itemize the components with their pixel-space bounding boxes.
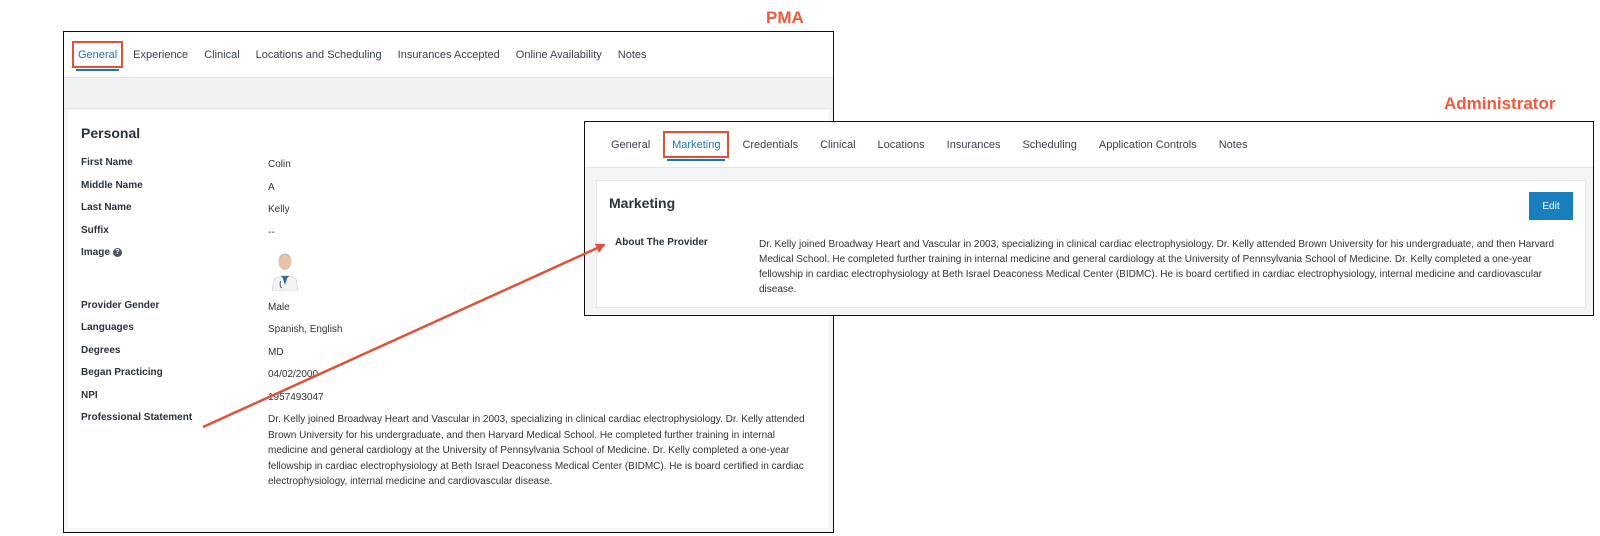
admin-tab-general[interactable]: General [600, 122, 661, 167]
pma-tab-notes[interactable]: Notes [610, 32, 655, 77]
admin-tab-application-controls[interactable]: Application Controls [1088, 122, 1208, 167]
admin-tab-notes[interactable]: Notes [1208, 122, 1259, 167]
provider-photo-image [268, 245, 302, 292]
field-value: Spanish, English [268, 324, 343, 335]
field-label: First Name [81, 157, 133, 168]
administrator-window: General Marketing Credentials Clinical L… [584, 121, 1594, 316]
pma-tab-insurances-accepted[interactable]: Insurances Accepted [390, 32, 508, 77]
pma-callout-label: PMA [766, 8, 804, 27]
admin-section-title: Marketing [609, 195, 676, 211]
field-label: Professional Statement [81, 412, 193, 423]
admin-tab-bar: General Marketing Credentials Clinical L… [585, 122, 1593, 168]
field-label: Image? [81, 247, 268, 300]
admin-tab-insurances[interactable]: Insurances [936, 122, 1012, 167]
field-label: Began Practicing [81, 367, 163, 378]
pma-tab-online-availability[interactable]: Online Availability [508, 32, 610, 77]
admin-tab-clinical[interactable]: Clinical [809, 122, 866, 167]
admin-tab-credentials[interactable]: Credentials [731, 122, 809, 167]
pma-tab-general[interactable]: General [70, 32, 125, 77]
field-value: MD [268, 346, 284, 358]
admin-tab-locations[interactable]: Locations [867, 122, 936, 167]
about-provider-label: About The Provider [615, 237, 708, 248]
admin-marketing-panel: Marketing Edit About The Provider Dr. Ke… [596, 180, 1586, 308]
field-value: Dr. Kelly joined Broadway Heart and Vasc… [268, 414, 805, 487]
field-row-began-practicing: Began Practicing 04/02/2000 [81, 367, 817, 390]
edit-button[interactable]: Edit [1529, 192, 1573, 220]
help-icon[interactable]: ? [112, 248, 122, 257]
field-label: Last Name [81, 202, 132, 213]
about-provider-text: Dr. Kelly joined Broadway Heart and Vasc… [759, 239, 1555, 295]
field-row-professional-statement: Professional Statement Dr. Kelly joined … [81, 412, 817, 490]
administrator-callout-label: Administrator [1444, 94, 1556, 113]
field-label: Languages [81, 322, 134, 333]
admin-tab-marketing[interactable]: Marketing [661, 122, 731, 167]
field-row-npi: NPI 1957493047 [81, 390, 817, 413]
field-label: NPI [81, 389, 98, 401]
admin-tab-scheduling[interactable]: Scheduling [1011, 122, 1087, 167]
field-label: Middle Name [81, 179, 143, 191]
pma-toolbar-strip [64, 78, 833, 109]
pma-tab-locations-scheduling[interactable]: Locations and Scheduling [248, 32, 390, 77]
provider-photo[interactable] [268, 245, 302, 292]
pma-tab-experience[interactable]: Experience [125, 32, 196, 77]
field-value: 1957493047 [268, 391, 324, 403]
image-label: Image [81, 247, 110, 258]
field-label: Suffix [81, 224, 109, 236]
field-label: Provider Gender [81, 299, 160, 311]
field-value: 04/02/2000 [268, 369, 319, 380]
field-row-degrees: Degrees MD [81, 345, 817, 368]
pma-tab-bar: General Experience Clinical Locations an… [64, 32, 833, 78]
field-label: Degrees [81, 344, 121, 356]
field-row-languages: Languages Spanish, English [81, 322, 817, 345]
pma-tab-clinical[interactable]: Clinical [196, 32, 247, 77]
pma-section-title: Personal [81, 125, 141, 141]
